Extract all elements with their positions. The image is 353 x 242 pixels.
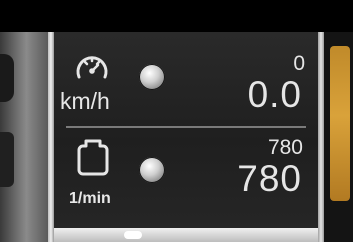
- left-panel-detail: [0, 54, 14, 102]
- speed-limit-value: 0: [293, 52, 305, 75]
- engine-unit-label: 1/min: [69, 190, 111, 207]
- engine-indicator-lamp: [139, 157, 165, 183]
- right-side-panel: [324, 32, 353, 242]
- bottom-bezel: [54, 228, 318, 242]
- left-panel-detail: [0, 132, 14, 187]
- row-separator: [66, 126, 306, 128]
- engine-current-value: 780: [237, 158, 302, 199]
- amber-indicator-window: [330, 46, 350, 201]
- instrument-display: km/h 0 0.0 1/min 780 780: [0, 0, 353, 242]
- left-side-panel: [0, 32, 48, 242]
- bottom-knob: [124, 231, 142, 239]
- speed-indicator-lamp: [139, 64, 165, 90]
- top-bar: [0, 0, 353, 32]
- engine-limit-value: 780: [267, 136, 303, 159]
- engine-icon: [77, 139, 109, 176]
- speed-unit-label: km/h: [60, 88, 110, 114]
- speedometer-icon: [76, 56, 108, 79]
- speed-current-value: 0.0: [247, 74, 302, 115]
